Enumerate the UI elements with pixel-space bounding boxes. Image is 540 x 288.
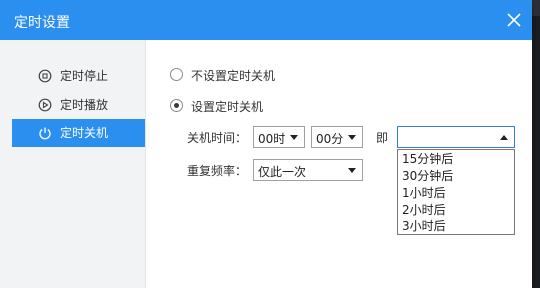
hour-value: 00时 <box>258 132 286 146</box>
sidebar: 定时停止 定时播放 定时关机 <box>0 40 146 288</box>
minute-value: 00分 <box>316 132 344 146</box>
repeat-value: 仅此一次 <box>258 165 307 179</box>
chevron-down-icon <box>348 168 356 173</box>
sidebar-item-label: 定时停止 <box>60 69 109 83</box>
immediate-label: 即 <box>376 131 389 145</box>
title-bar: 定时设置 <box>0 0 532 40</box>
no-shutdown-label: 不设置定时关机 <box>191 69 276 83</box>
no-shutdown-radio[interactable] <box>170 68 183 81</box>
dropdown-option[interactable]: 2小时后 <box>402 202 446 219</box>
chevron-down-icon <box>290 135 298 140</box>
repeat-frequency-label: 重复频率： <box>187 164 248 178</box>
sidebar-item-timed-shutdown[interactable]: 定时关机 <box>12 119 145 147</box>
power-icon <box>39 127 51 140</box>
chevron-up-icon <box>500 135 508 140</box>
sidebar-item-timed-play[interactable]: 定时播放 <box>12 91 145 119</box>
dialog-title: 定时设置 <box>14 15 70 31</box>
stop-circle-icon <box>38 69 52 83</box>
timer-settings-dialog: 定时设置 定时停止 定时播放 定时关机 不设置定时关机 设置定时关机 关机时间：… <box>0 0 532 288</box>
set-shutdown-radio[interactable] <box>170 99 183 112</box>
dropdown-option[interactable]: 15分钟后 <box>402 151 453 168</box>
dropdown-option[interactable]: 1小时后 <box>402 185 446 202</box>
dropdown-option[interactable]: 30分钟后 <box>402 168 453 185</box>
close-icon <box>507 13 521 27</box>
play-circle-icon <box>38 98 52 112</box>
dropdown-option[interactable]: 3小时后 <box>402 218 446 235</box>
hour-select[interactable]: 00时 <box>253 126 305 148</box>
repeat-frequency-select[interactable]: 仅此一次 <box>253 159 363 181</box>
sidebar-item-timed-stop[interactable]: 定时停止 <box>12 62 145 90</box>
shutdown-time-label: 关机时间： <box>187 131 248 145</box>
immediate-select[interactable] <box>397 126 515 148</box>
minute-select[interactable]: 00分 <box>311 126 363 148</box>
close-button[interactable] <box>502 8 526 32</box>
set-shutdown-label: 设置定时关机 <box>191 100 264 114</box>
sidebar-item-label: 定时关机 <box>60 126 109 140</box>
chevron-down-icon <box>348 135 356 140</box>
immediate-dropdown-list: 15分钟后 30分钟后 1小时后 2小时后 3小时后 <box>397 149 515 235</box>
sidebar-item-label: 定时播放 <box>60 98 109 112</box>
